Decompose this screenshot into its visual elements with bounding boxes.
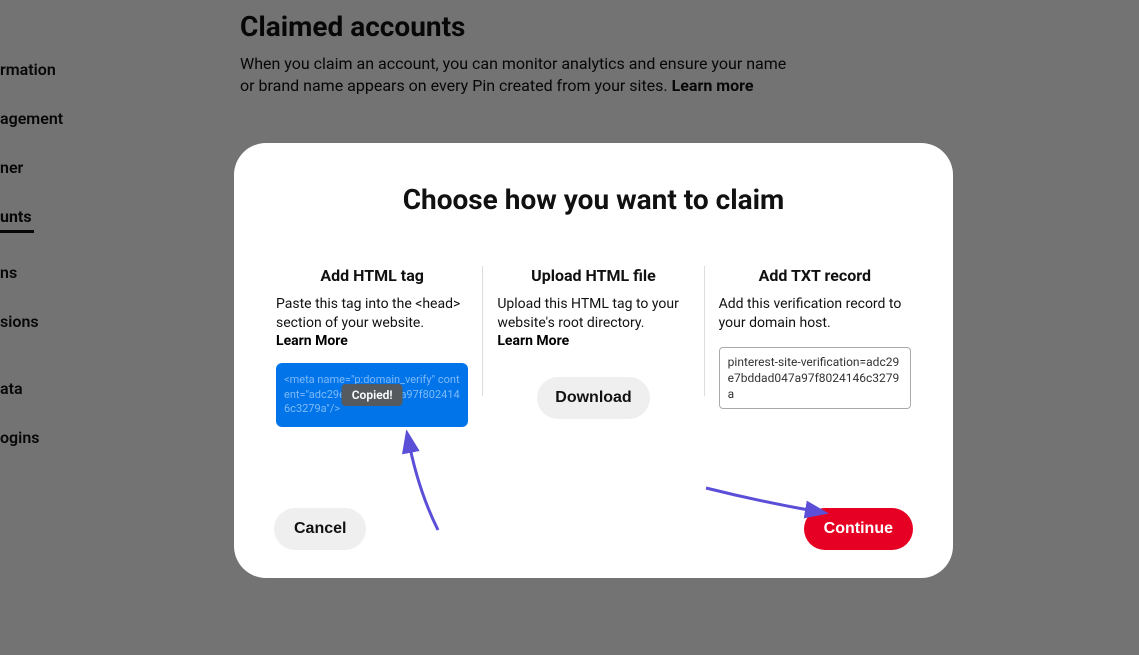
option-txt-title: Add TXT record (719, 266, 911, 285)
option-upload-file[interactable]: Upload HTML file Upload this HTML tag to… (483, 266, 703, 419)
learn-more-upload[interactable]: Learn More (497, 333, 689, 349)
option-upload-title: Upload HTML file (497, 266, 689, 285)
option-txt-record[interactable]: Add TXT record Add this verification rec… (705, 266, 925, 409)
download-button[interactable]: Download (537, 377, 649, 419)
continue-button[interactable]: Continue (804, 508, 913, 550)
claim-modal: Choose how you want to claim Add HTML ta… (234, 143, 953, 578)
txt-record-box[interactable]: pinterest-site-verification=adc29e7bddad… (719, 347, 911, 410)
option-html-tag-desc: Paste this tag into the <head> section o… (276, 295, 468, 333)
learn-more-html-tag[interactable]: Learn More (276, 333, 468, 349)
option-html-tag[interactable]: Add HTML tag Paste this tag into the <he… (262, 266, 482, 427)
cancel-button[interactable]: Cancel (274, 508, 366, 550)
copied-tooltip: Copied! (342, 384, 403, 406)
option-html-tag-title: Add HTML tag (276, 266, 468, 285)
option-upload-desc: Upload this HTML tag to your website's r… (497, 295, 689, 333)
html-tag-code-box[interactable]: <meta name="p:domain_verify" content="ad… (276, 363, 468, 428)
modal-title: Choose how you want to claim (262, 183, 925, 216)
option-txt-desc: Add this verification record to your dom… (719, 295, 911, 333)
